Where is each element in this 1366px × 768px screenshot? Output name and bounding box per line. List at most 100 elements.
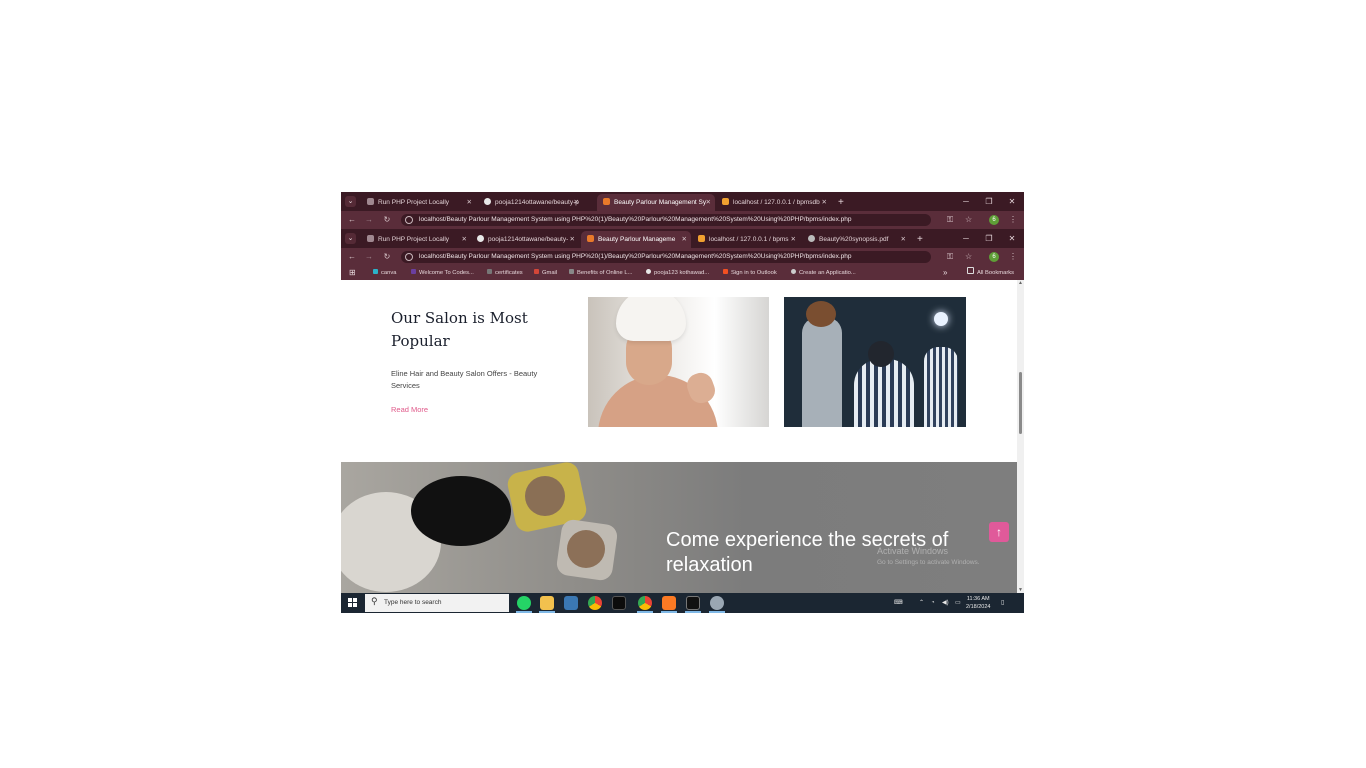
tab-search-button[interactable]: ⌄	[345, 196, 356, 207]
barbershop-photo	[784, 297, 966, 427]
bookmark-certificates[interactable]: certificates	[487, 266, 523, 280]
github-icon	[477, 235, 484, 242]
restore-button[interactable]: ❐	[983, 195, 995, 208]
password-key-icon[interactable]: ⚿	[947, 251, 953, 263]
chrome-icon[interactable]	[588, 596, 602, 610]
read-more-link[interactable]: Read More	[391, 405, 428, 414]
xampp-icon[interactable]	[662, 596, 676, 610]
address-bar[interactable]: localhost/Beauty Parlour Management Syst…	[401, 214, 931, 226]
taskbar-search-box[interactable]: ⚲ Type here to search	[365, 594, 509, 612]
forward-button[interactable]: →	[363, 214, 375, 226]
bookmark-star-icon[interactable]: ☆	[965, 214, 972, 226]
taskbar-clock[interactable]: 11:36 AM 2/18/2024	[966, 595, 990, 611]
bookmark-github[interactable]: pooja123 kothawad...	[646, 266, 709, 280]
chrome-icon[interactable]	[638, 596, 652, 610]
tab-synopsis-pdf[interactable]: Beauty%20synopsis.pdf ✕	[802, 231, 910, 248]
close-tab-icon[interactable]: ✕	[462, 231, 467, 248]
network-icon[interactable]: ◔	[931, 593, 935, 613]
tab-beauty-parlour[interactable]: Beauty Parlour Manageme ✕	[581, 231, 691, 248]
profile-avatar[interactable]: 6	[989, 252, 999, 262]
webpage-content: Our Salon is Most Popular Eline Hair and…	[341, 280, 1017, 593]
phpmyadmin-icon	[722, 198, 729, 205]
canva-icon	[373, 269, 378, 274]
photo-shape	[854, 359, 914, 427]
forward-button[interactable]: →	[363, 251, 375, 263]
more-menu-icon[interactable]: ⋮	[1009, 214, 1017, 226]
battery-icon[interactable]: ▭	[955, 593, 961, 613]
favicon-icon	[367, 198, 374, 205]
xampp-favicon-icon	[603, 198, 610, 205]
new-tab-button[interactable]: +	[917, 231, 923, 248]
photo-shape	[802, 317, 842, 427]
more-menu-icon[interactable]: ⋮	[1009, 251, 1017, 263]
banner-shape	[411, 476, 511, 546]
bookmarks-bar: ⊞ canva Welcome To Codes... certificates…	[341, 266, 1024, 280]
all-bookmarks-button[interactable]: All Bookmarks	[967, 266, 1014, 280]
file-explorer-icon[interactable]	[540, 596, 554, 610]
new-tab-button[interactable]: +	[838, 194, 844, 211]
minimize-button[interactable]: ─	[960, 232, 972, 245]
minimize-button[interactable]: ─	[960, 195, 972, 208]
bookmark-create-application[interactable]: Create an Applicatio...	[791, 266, 856, 280]
folder-icon	[967, 267, 974, 274]
screen: ⌄ Run PHP Project Locally ✕ pooja1214otta…	[341, 192, 1024, 613]
bookmark-star-icon[interactable]: ☆	[965, 251, 972, 263]
banner-shape	[567, 530, 605, 568]
tray-chevron-icon[interactable]: ⌃	[919, 593, 924, 613]
close-tab-icon[interactable]: ✕	[467, 194, 472, 211]
terminal-icon[interactable]	[612, 596, 626, 610]
notification-icon[interactable]: ▯	[1001, 593, 1004, 613]
close-window-button[interactable]: ✕	[1006, 232, 1018, 245]
bookmark-outlook[interactable]: Sign in to Outlook	[723, 266, 777, 280]
close-tab-icon[interactable]: ✕	[706, 194, 711, 211]
volume-icon[interactable]: ◀)	[942, 593, 949, 613]
bookmark-codes[interactable]: Welcome To Codes...	[411, 266, 474, 280]
bookmark-canva[interactable]: canva	[373, 266, 396, 280]
close-tab-icon[interactable]: ✕	[822, 194, 827, 211]
address-bar[interactable]: localhost/Beauty Parlour Management Syst…	[401, 251, 931, 263]
app-icon[interactable]	[710, 596, 724, 610]
site-info-icon[interactable]	[405, 253, 413, 261]
python-icon[interactable]	[564, 596, 578, 610]
bookmarks-overflow-button[interactable]: »	[943, 266, 947, 280]
close-tab-icon[interactable]: ✕	[682, 231, 687, 248]
page-scrollbar[interactable]: ▲ ▼	[1017, 280, 1024, 593]
close-tab-icon[interactable]: ✕	[791, 231, 796, 248]
back-button[interactable]: ←	[346, 214, 358, 226]
section-description: Eline Hair and Beauty Salon Offers - Bea…	[391, 369, 538, 390]
close-tab-icon[interactable]: ✕	[901, 231, 906, 248]
bookmark-gmail[interactable]: Gmail	[534, 266, 557, 280]
profile-avatar[interactable]: 6	[989, 215, 999, 225]
close-window-button[interactable]: ✕	[1006, 195, 1018, 208]
keyboard-icon[interactable]: ⌨	[894, 593, 903, 613]
tab-phpmyadmin[interactable]: localhost / 127.0.0.1 / bpmsdb ✕	[716, 194, 831, 211]
scroll-thumb[interactable]	[1019, 372, 1022, 434]
close-tab-icon[interactable]: ✕	[570, 231, 575, 248]
arrow-up-icon: ↑	[996, 525, 1002, 539]
reload-button[interactable]: ↻	[381, 251, 393, 263]
site-info-icon[interactable]	[405, 216, 413, 224]
photo-shape	[868, 341, 894, 367]
close-tab-icon[interactable]: ✕	[574, 194, 579, 211]
back-button[interactable]: ←	[346, 251, 358, 263]
scroll-up-icon[interactable]: ▲	[1017, 280, 1024, 286]
whatsapp-icon[interactable]	[517, 596, 531, 610]
apps-grid-icon[interactable]: ⊞	[349, 266, 356, 280]
password-key-icon[interactable]: ⚿	[947, 214, 953, 226]
tab-run-php[interactable]: Run PHP Project Locally ✕	[361, 194, 476, 211]
reload-button[interactable]: ↻	[381, 214, 393, 226]
microsoft-icon	[723, 269, 728, 274]
restore-button[interactable]: ❐	[983, 232, 995, 245]
tab-github[interactable]: pooja1214ottawane/beauty- ✕	[471, 231, 579, 248]
tab-phpmyadmin[interactable]: localhost / 127.0.0.1 / bpms ✕	[692, 231, 800, 248]
tab-beauty-parlour[interactable]: Beauty Parlour Management Sy ✕	[597, 194, 715, 211]
photo-shape	[924, 347, 958, 427]
tab-run-php[interactable]: Run PHP Project Locally ✕	[361, 231, 471, 248]
windows-start-button[interactable]	[348, 598, 358, 608]
tab-github[interactable]: pooja1214ottawane/beauty-p ✕	[478, 194, 583, 211]
search-icon: ⚲	[371, 596, 378, 606]
cmd-icon[interactable]	[686, 596, 700, 610]
scroll-to-top-button[interactable]: ↑	[989, 522, 1009, 542]
bookmark-benefits[interactable]: Benefits of Online L...	[569, 266, 632, 280]
tab-search-button[interactable]: ⌄	[345, 233, 356, 244]
